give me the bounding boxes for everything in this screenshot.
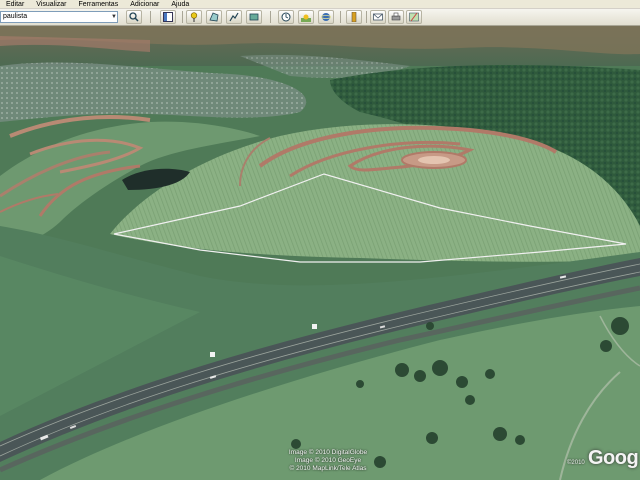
search-button[interactable]	[126, 10, 142, 24]
placemark-icon	[190, 12, 198, 22]
road-sign	[312, 324, 317, 329]
menu-editar[interactable]: Editar	[6, 0, 24, 9]
toolbar: paulista ▼	[0, 9, 640, 26]
road-sign	[210, 352, 215, 357]
attribution-line: Image © 2010 DigitalGlobe	[288, 449, 368, 456]
attribution-line: Image © 2010 GeoEye	[294, 457, 362, 464]
sidebar-button[interactable]	[160, 10, 176, 24]
overlay-icon	[249, 13, 259, 21]
search-icon	[129, 12, 139, 22]
menu-ajuda[interactable]: Ajuda	[171, 0, 189, 9]
overlay-button[interactable]	[246, 10, 262, 24]
polygon-icon	[209, 12, 219, 22]
chevron-down-icon[interactable]: ▼	[110, 12, 118, 22]
polygon-button[interactable]	[206, 10, 222, 24]
history-button[interactable]	[278, 10, 294, 24]
attribution-line: © 2010 MapLink/Tele Atlas	[289, 465, 367, 472]
toolbar-separator	[150, 11, 151, 23]
maps-button[interactable]	[406, 10, 422, 24]
menu-bar: Editar Visualizar Ferramentas Adicionar …	[0, 0, 640, 9]
sun-icon	[301, 14, 311, 22]
ruler-icon	[351, 12, 357, 22]
toolbar-separator	[366, 11, 367, 23]
menu-ferramentas[interactable]: Ferramentas	[79, 0, 119, 9]
logo-year: ©2010	[567, 460, 585, 466]
map-view[interactable]	[0, 26, 640, 480]
maps-icon	[409, 12, 419, 22]
toolbar-separator	[270, 11, 271, 23]
ruler-button[interactable]	[346, 10, 362, 24]
email-button[interactable]	[370, 10, 386, 24]
path-icon	[229, 12, 239, 22]
path-button[interactable]	[226, 10, 242, 24]
print-button[interactable]	[388, 10, 404, 24]
planets-button[interactable]	[318, 10, 334, 24]
toolbar-separator	[182, 11, 183, 23]
planets-icon	[321, 13, 331, 21]
sun-button[interactable]	[298, 10, 314, 24]
sidebar-icon	[163, 12, 173, 22]
history-icon	[281, 12, 291, 22]
toolbar-separator	[340, 11, 341, 23]
email-icon	[373, 13, 383, 21]
google-logo: Goog	[588, 447, 639, 469]
menu-adicionar[interactable]: Adicionar	[130, 0, 159, 9]
menu-visualizar[interactable]: Visualizar	[36, 0, 66, 9]
print-icon	[391, 12, 401, 21]
search-input[interactable]: paulista	[0, 11, 118, 23]
imagery-attribution: Image © 2010 DigitalGlobe Image © 2010 G…	[268, 449, 388, 473]
placemark-button[interactable]	[186, 10, 202, 24]
satellite-imagery	[0, 26, 640, 480]
